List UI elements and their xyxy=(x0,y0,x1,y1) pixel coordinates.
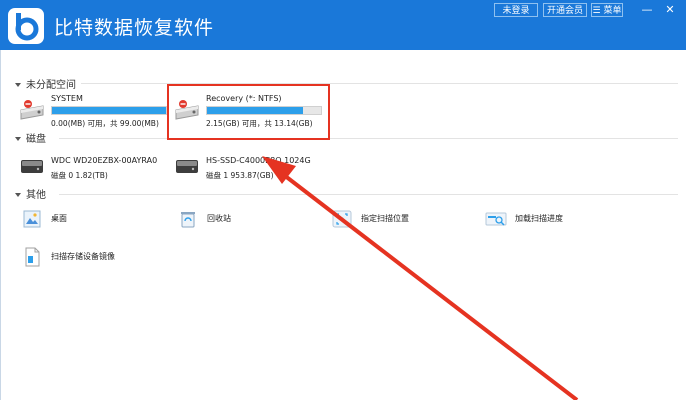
annotation-arrow-icon xyxy=(262,156,579,400)
